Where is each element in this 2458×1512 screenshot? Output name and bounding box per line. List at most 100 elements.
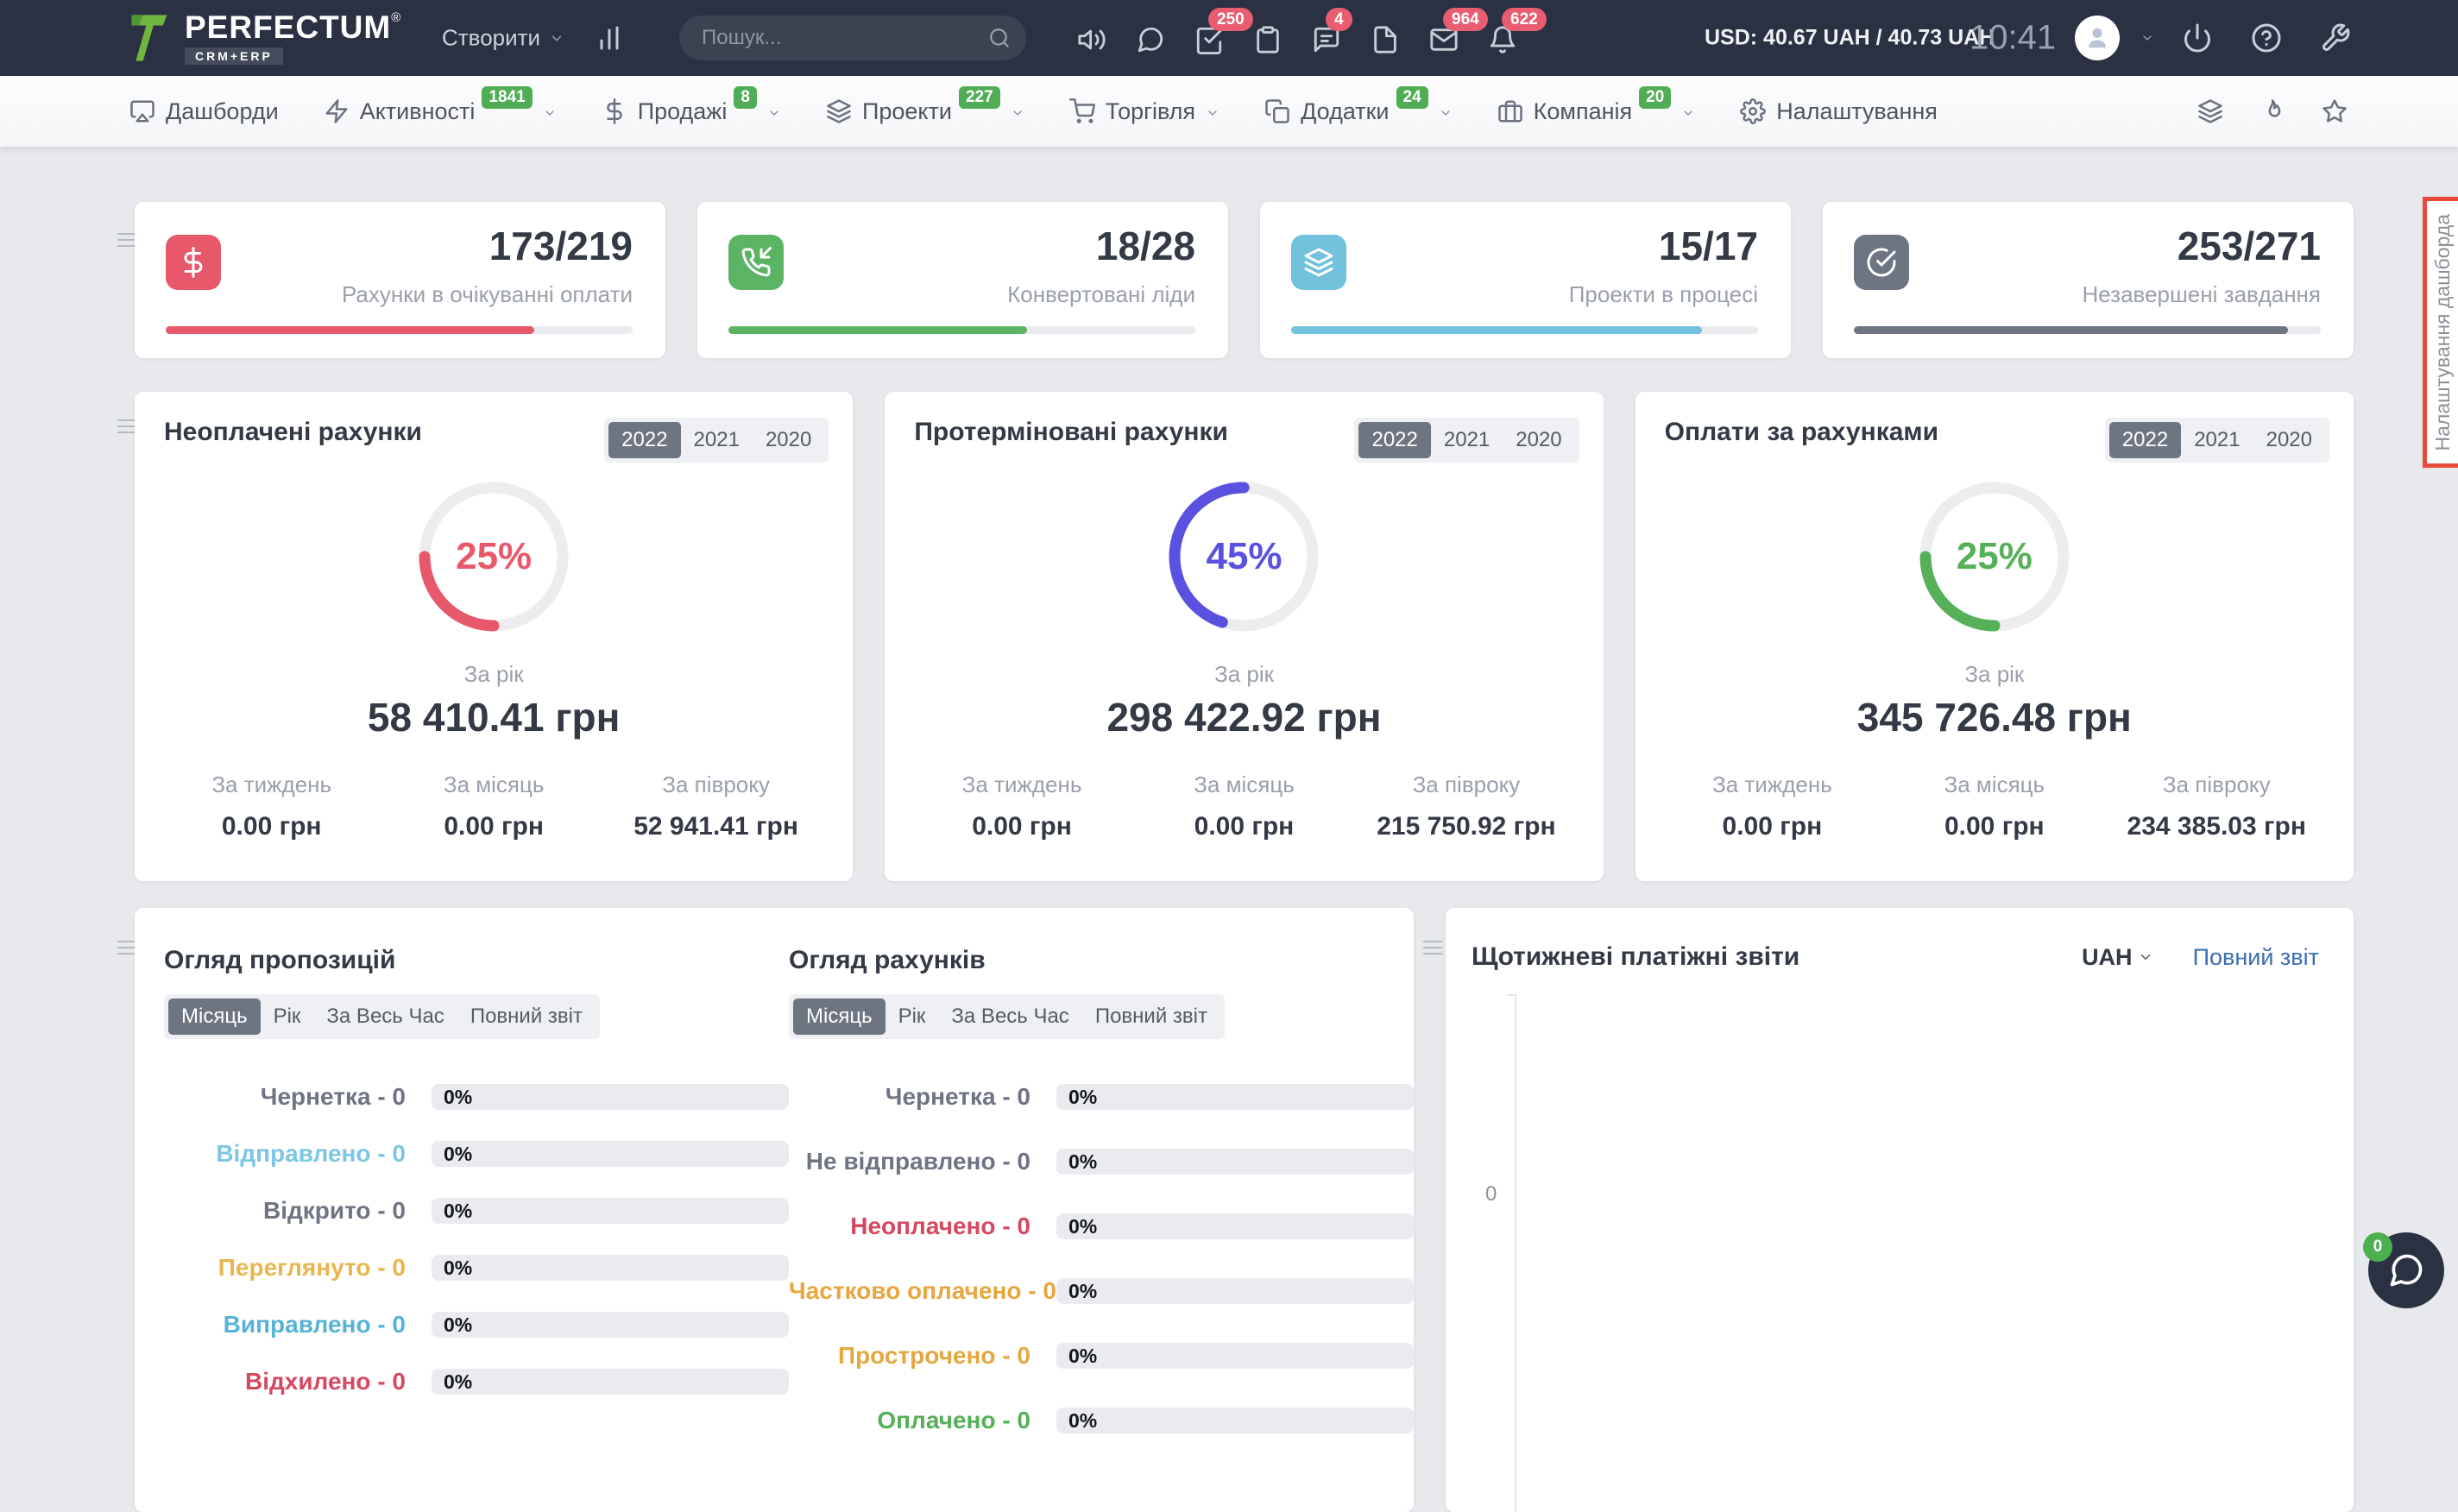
- nav-label: Налаштування: [1776, 98, 1938, 125]
- profile-menu-button[interactable]: [2140, 31, 2154, 45]
- drag-handle[interactable]: [117, 419, 136, 421]
- kpi-value: 18/28: [1096, 223, 1195, 269]
- currency-value: UAH: [2082, 944, 2133, 971]
- nav-item-dashboards[interactable]: Дашборди: [129, 98, 279, 125]
- year-tab-2021[interactable]: 2021: [1431, 422, 1503, 458]
- comments-button[interactable]: 4: [1312, 22, 1345, 54]
- col-value: 234 385.03 грн: [2106, 812, 2328, 841]
- kpi-card-converted-leads[interactable]: 18/28 Конвертовані ліди: [697, 202, 1228, 358]
- mail-button[interactable]: 964: [1429, 22, 1462, 54]
- kpi-progress-fill: [166, 326, 534, 334]
- status-bar: 0%: [1056, 1408, 1414, 1433]
- clock: 10:41: [1970, 19, 2056, 58]
- chevron-down-icon: [549, 30, 564, 46]
- nav-item-projects[interactable]: Проекти 227: [826, 98, 1024, 125]
- nav-badge: 227: [959, 86, 1000, 110]
- tab-full-report[interactable]: Повний звіт: [457, 999, 596, 1035]
- search-icon[interactable]: [988, 27, 1011, 49]
- nav-item-sales[interactable]: Продажі 8: [602, 98, 781, 125]
- col-label: За тиждень: [1661, 772, 1883, 798]
- chat-button[interactable]: [1136, 22, 1169, 54]
- avatar[interactable]: [2075, 16, 2120, 60]
- kpi-value: 15/17: [1659, 223, 1758, 269]
- nav-badge: 20: [1639, 86, 1671, 110]
- year-tab-2022[interactable]: 2022: [1358, 422, 1430, 458]
- status-bar: 0%: [432, 1255, 789, 1281]
- notifications-button[interactable]: 622: [1488, 22, 1521, 54]
- nav-item-settings[interactable]: Налаштування: [1740, 98, 1938, 125]
- help-button[interactable]: [2251, 22, 2282, 54]
- kpi-progress-track: [728, 326, 1195, 334]
- card-title: Неоплачені рахунки: [164, 418, 422, 447]
- currency-rate: USD: 40.67 UAH / 40.73 UAH: [1705, 26, 1995, 51]
- check-circle-icon: [1854, 235, 1909, 290]
- year-tab-2020[interactable]: 2020: [1503, 422, 1574, 458]
- tab-year[interactable]: Рік: [261, 999, 314, 1035]
- notifications-badge: 622: [1502, 8, 1547, 31]
- tab-month[interactable]: Місяць: [168, 999, 261, 1035]
- create-button[interactable]: Створити: [442, 25, 564, 52]
- chat-fab-button[interactable]: 0: [2368, 1232, 2444, 1308]
- year-tab-2021[interactable]: 2021: [2181, 422, 2253, 458]
- tab-all-time[interactable]: За Весь Час: [313, 999, 457, 1035]
- col-label: За тиждень: [161, 772, 382, 798]
- clipboard-button[interactable]: [1253, 22, 1286, 54]
- volume-icon: [1077, 25, 1106, 54]
- status-row: Прострочено - 00%: [789, 1343, 1414, 1369]
- statistics-button[interactable]: [594, 22, 625, 54]
- nav-item-addons[interactable]: Додатки 24: [1264, 98, 1453, 125]
- status-bar: 0%: [1056, 1149, 1414, 1175]
- currency-selector[interactable]: UAH: [2082, 944, 2153, 971]
- period-label: За рік: [1636, 661, 2354, 688]
- incoming-call-icon: [728, 235, 784, 290]
- full-report-link[interactable]: Повний звіт: [2193, 944, 2319, 971]
- tab-all-time[interactable]: За Весь Час: [938, 999, 1081, 1035]
- year-tab-2022[interactable]: 2022: [608, 422, 680, 458]
- star-icon[interactable]: [2322, 98, 2348, 124]
- kpi-label: Проекти в процесі: [1569, 281, 1758, 308]
- status-bar: 0%: [1056, 1213, 1414, 1239]
- nav-badge: 1841: [482, 86, 532, 110]
- year-tab-2021[interactable]: 2021: [681, 422, 753, 458]
- kpi-card-invoices-pending[interactable]: 173/219 Рахунки в очікуванні оплати: [135, 202, 665, 358]
- tab-full-report[interactable]: Повний звіт: [1082, 999, 1220, 1035]
- year-tabs: 2022 2021 2020: [1354, 418, 1579, 463]
- dashboard-settings-label: Налаштування дашборда: [2431, 214, 2455, 450]
- search-input[interactable]: [679, 16, 1026, 60]
- drag-handle[interactable]: [117, 233, 136, 235]
- brand-subtitle: CRM+ERP: [185, 47, 283, 65]
- col-value: 0.00 грн: [911, 812, 1132, 841]
- brand-logo[interactable]: PERFECTUM® CRM+ERP: [128, 11, 400, 65]
- nav-item-company[interactable]: Компанія 20: [1497, 98, 1696, 125]
- weekly-reports-card: Щотижневі платіжні звіти UAH Повний звіт…: [1446, 908, 2354, 1512]
- drag-handle[interactable]: [117, 941, 136, 942]
- year-tab-2020[interactable]: 2020: [753, 422, 824, 458]
- kpi-progress-fill: [1854, 326, 2288, 334]
- tools-button[interactable]: [2320, 22, 2351, 54]
- year-tab-2020[interactable]: 2020: [2253, 422, 2325, 458]
- documents-button[interactable]: [1371, 22, 1403, 54]
- kpi-card-projects-in-progress[interactable]: 15/17 Проекти в процесі: [1260, 202, 1791, 358]
- nav-item-activities[interactable]: Активності 1841: [324, 98, 557, 125]
- logout-button[interactable]: [2182, 22, 2213, 54]
- year-tab-2022[interactable]: 2022: [2109, 422, 2181, 458]
- year-amount: 58 410.41 грн: [135, 694, 853, 740]
- stack-icon[interactable]: [2197, 98, 2223, 124]
- status-label: Відкрито - 0: [164, 1197, 406, 1225]
- status-bar: 0%: [432, 1312, 789, 1338]
- nav-item-trade[interactable]: Торгівля: [1069, 98, 1220, 125]
- tab-month[interactable]: Місяць: [793, 999, 886, 1035]
- nav-label: Проекти: [862, 98, 952, 125]
- dollar-icon: [602, 98, 627, 124]
- kpi-card-unfinished-tasks[interactable]: 253/271 Незавершені завдання: [1823, 202, 2354, 358]
- tab-year[interactable]: Рік: [886, 999, 939, 1035]
- status-row: Частково оплачено - 00%: [789, 1278, 1414, 1304]
- volume-button[interactable]: [1077, 22, 1110, 54]
- tasks-button[interactable]: 250: [1194, 22, 1227, 54]
- status-label: Виправлено - 0: [164, 1311, 406, 1339]
- dollar-icon: [166, 235, 221, 290]
- col-value: 0.00 грн: [1883, 812, 2105, 841]
- flame-icon[interactable]: [2259, 98, 2285, 124]
- dashboard-settings-tab[interactable]: Налаштування дашборда: [2423, 197, 2458, 468]
- file-icon: [1371, 25, 1400, 54]
